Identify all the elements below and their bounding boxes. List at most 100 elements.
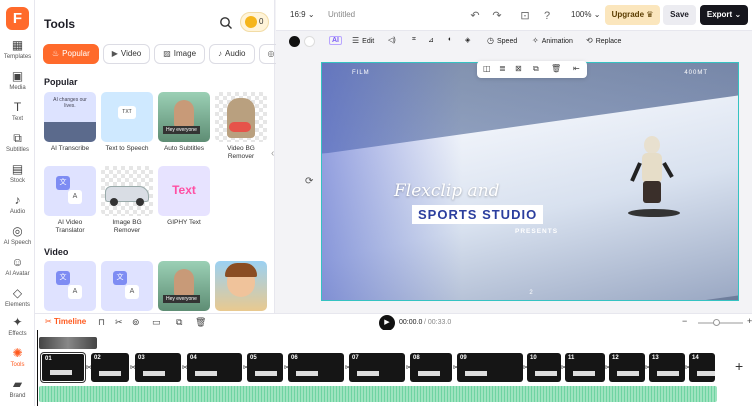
- tool-video-bg-remover[interactable]: Video BG Remover: [215, 92, 267, 161]
- rail-item-subtitles[interactable]: ⧉ Subtitles: [0, 131, 35, 161]
- rail-item-ai-speech[interactable]: ◎ AI Speech: [0, 224, 35, 254]
- tab-audio[interactable]: ♪ Audio: [209, 44, 255, 64]
- tool-ai-transcribe[interactable]: AI changes our lives. AI Transcribe: [44, 92, 96, 153]
- project-title[interactable]: Untitled: [328, 10, 355, 19]
- scene-clip[interactable]: 04: [187, 353, 242, 382]
- scene-clip[interactable]: 03: [135, 353, 181, 382]
- app-logo[interactable]: F: [6, 7, 29, 30]
- screenshot-icon[interactable]: ⊡: [518, 9, 532, 23]
- main-title-text[interactable]: SPORTS STUDIO: [412, 205, 544, 224]
- lock-icon[interactable]: ⊠: [515, 64, 522, 73]
- rail-item-brand[interactable]: ▰ Brand: [0, 377, 35, 406]
- scene-clip[interactable]: 01: [41, 353, 85, 382]
- play-button[interactable]: ▶: [379, 315, 395, 331]
- add-clip-icon[interactable]: +: [735, 358, 743, 374]
- collapse-panel-icon[interactable]: ‹: [271, 148, 274, 159]
- tab-image[interactable]: ▨ Image: [154, 44, 206, 64]
- timeline-zoom-slider[interactable]: [698, 322, 743, 324]
- tool-ai-video-translator[interactable]: 文 A AI Video Translator: [44, 166, 96, 235]
- rail-item-media[interactable]: ▣ Media: [0, 69, 35, 99]
- tool-giphy-text[interactable]: Text GIPHY Text: [158, 166, 210, 227]
- delete-icon[interactable]: 🗑: [551, 64, 561, 73]
- rail-item-effects[interactable]: ✦ Effects: [0, 315, 35, 345]
- color-swatch-white[interactable]: [304, 36, 315, 47]
- tool-video-voice-translate[interactable]: 文 A: [101, 261, 153, 311]
- scene-clip[interactable]: 13: [649, 353, 685, 382]
- rotate-icon[interactable]: ⟳: [305, 176, 313, 187]
- edit-button[interactable]: ☰ Edit: [352, 36, 374, 45]
- color-swatch-black[interactable]: [289, 36, 300, 47]
- scene-clip[interactable]: 12: [609, 353, 645, 382]
- export-button[interactable]: Export ⌄: [700, 5, 748, 25]
- upgrade-button[interactable]: Upgrade ♛: [605, 5, 660, 25]
- floating-layer-toolbar: ◫ ≣ ⊠ ⧉ 🗑 ⇤: [477, 61, 587, 78]
- audio-track[interactable]: [39, 386, 717, 402]
- subtitles-icon: ⧉: [13, 131, 22, 145]
- scene-clip[interactable]: 11: [565, 353, 605, 382]
- copy-icon[interactable]: ⧉: [176, 317, 182, 328]
- flip-icon[interactable]: ⊿: [428, 36, 434, 44]
- align-icon[interactable]: ≣: [499, 64, 506, 73]
- mask-icon[interactable]: ◈: [465, 36, 470, 44]
- media-icon: ▣: [11, 69, 24, 83]
- expand-icon[interactable]: ⇤: [573, 64, 580, 73]
- rail-item-stock[interactable]: ▤ Stock: [0, 162, 35, 192]
- scene-clip[interactable]: 08: [410, 353, 452, 382]
- crop-icon[interactable]: ⌗: [412, 36, 416, 44]
- tab-popular[interactable]: ♨ Popular: [43, 44, 99, 64]
- tool-auto-subtitles[interactable]: Hey everyone Auto Subtitles: [158, 92, 210, 153]
- playhead[interactable]: [37, 330, 38, 406]
- help-icon[interactable]: ?: [540, 9, 554, 23]
- rail-label: Audio: [9, 209, 26, 215]
- zoom-out-icon[interactable]: −: [682, 316, 687, 326]
- animation-button[interactable]: ✧ Animation: [532, 36, 573, 45]
- timeline-zoom-handle[interactable]: [713, 319, 720, 326]
- scene-clip[interactable]: 10: [527, 353, 561, 382]
- split-icon[interactable]: ⊓: [98, 317, 105, 328]
- skier-figure: [628, 136, 680, 217]
- redo-icon[interactable]: ↷: [490, 9, 504, 23]
- undo-icon[interactable]: ↶: [468, 9, 482, 23]
- zoom-select[interactable]: 100% ⌄: [571, 10, 600, 19]
- script-title-text[interactable]: Flexclip and: [394, 181, 500, 201]
- rail-label: AI Speech: [3, 240, 32, 246]
- search-icon[interactable]: [219, 16, 233, 30]
- aspect-ratio-select[interactable]: 16:9 ⌄: [290, 10, 315, 19]
- rail-item-templates[interactable]: ▦ Templates: [0, 38, 35, 68]
- zoom-in-icon[interactable]: +: [747, 316, 752, 326]
- cut-icon[interactable]: ✂: [115, 317, 123, 328]
- volume-icon[interactable]: ◁): [388, 36, 396, 44]
- tool-text-to-speech[interactable]: TXT Text to Speech: [101, 92, 153, 153]
- save-button[interactable]: Save: [663, 5, 696, 25]
- tool-video-subtitles[interactable]: Hey everyone: [158, 261, 210, 311]
- video-frame[interactable]: FILM 400MT Flexclip and SPORTS STUDIO PR…: [321, 62, 739, 301]
- duplicate-icon[interactable]: ⧉: [533, 64, 539, 74]
- tool-image-bg-remover[interactable]: Image BG Remover: [101, 166, 153, 235]
- speed-button[interactable]: ◷ Speed: [487, 36, 517, 45]
- overlay-track-clip[interactable]: [39, 337, 97, 349]
- presents-text[interactable]: PRESENTS: [515, 228, 558, 235]
- scene-clip[interactable]: 02: [91, 353, 129, 382]
- ai-tools-button[interactable]: AI: [329, 36, 342, 45]
- tool-video-avatar[interactable]: [215, 261, 267, 311]
- trash-icon[interactable]: 🗑: [195, 317, 206, 328]
- scene-clip[interactable]: 09: [457, 353, 523, 382]
- credits-badge[interactable]: 0: [240, 12, 269, 32]
- scene-clip[interactable]: 06: [288, 353, 344, 382]
- tab-video[interactable]: ▶ Video: [102, 44, 151, 64]
- comment-icon[interactable]: ▭: [152, 317, 161, 328]
- record-icon[interactable]: ⊚: [132, 317, 140, 328]
- layers-icon[interactable]: ◫: [483, 64, 491, 73]
- scene-clip[interactable]: 14: [689, 353, 715, 382]
- replace-button[interactable]: ⟲ Replace: [586, 36, 621, 45]
- timeline-toggle[interactable]: ✂ Timeline: [45, 317, 86, 326]
- rail-item-ai-avatar[interactable]: ☺ AI Avatar: [0, 255, 35, 285]
- scene-clip[interactable]: 05: [247, 353, 283, 382]
- scene-clip[interactable]: 07: [349, 353, 405, 382]
- rail-item-audio[interactable]: ♪ Audio: [0, 193, 35, 223]
- rail-item-text[interactable]: T Text: [0, 100, 35, 130]
- tool-video-translate[interactable]: 文 A: [44, 261, 96, 311]
- rail-item-elements[interactable]: ◇ Elements: [0, 286, 35, 316]
- adjust-icon[interactable]: ◐: [448, 36, 452, 43]
- rail-item-tools[interactable]: ✺ Tools: [0, 346, 35, 376]
